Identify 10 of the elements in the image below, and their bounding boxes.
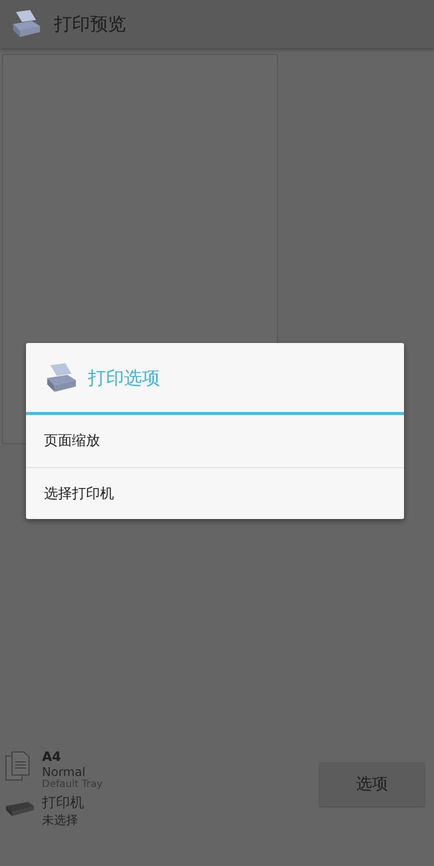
menu-item[interactable]: 页面缩放 xyxy=(26,415,404,467)
printer-icon xyxy=(44,360,78,394)
paper-size: A4 xyxy=(42,750,62,765)
app-title: 打印预览 xyxy=(54,13,126,36)
menu-item[interactable]: 选择打印机 xyxy=(26,467,404,519)
printer-icon xyxy=(10,8,42,40)
printer-label: 打印机 xyxy=(42,794,84,812)
paper-quality: Normal xyxy=(42,765,86,779)
dialog-title: 打印选项 xyxy=(88,366,160,390)
printer-value: 未选择 xyxy=(42,812,79,829)
